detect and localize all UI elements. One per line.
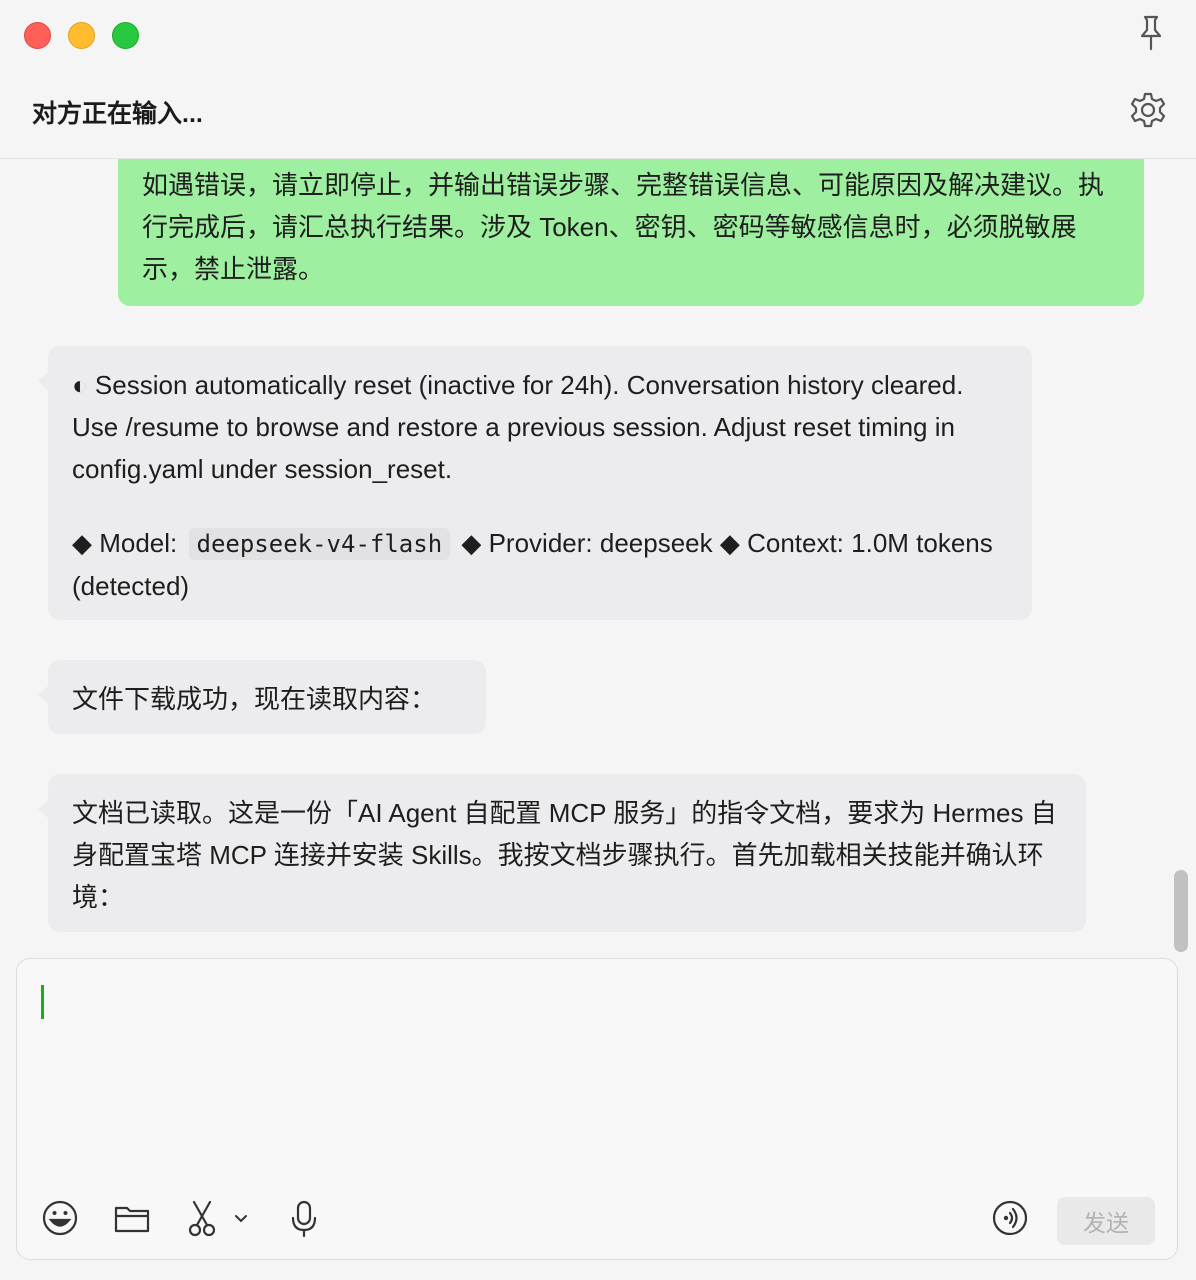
emoji-icon[interactable] bbox=[41, 1199, 79, 1237]
gear-icon[interactable] bbox=[1128, 90, 1168, 130]
message-input-area[interactable]: 发送 bbox=[16, 958, 1178, 1260]
reading-message: 文档已读取。这是一份「AI Agent 自配置 MCP 服务」的指令文档，要求为… bbox=[38, 774, 1086, 932]
chat-window: 如遇错误，请立即停止，并输出错误步骤、完整错误信息、可能原因及解决建议。执行完成… bbox=[0, 0, 1196, 1280]
chevron-down-icon[interactable] bbox=[233, 1213, 249, 1225]
folder-icon[interactable] bbox=[113, 1199, 151, 1237]
session-reset-text: ◐ Session automatically reset (inactive … bbox=[72, 370, 964, 484]
download-message: 文件下载成功，现在读取内容： bbox=[38, 660, 486, 734]
text-caret bbox=[41, 985, 44, 1019]
microphone-icon[interactable] bbox=[289, 1199, 319, 1239]
model-code: deepseek-v4-flash bbox=[188, 528, 451, 560]
title-bar: 对方正在输入... bbox=[0, 0, 1196, 159]
download-message-text: 文件下载成功，现在读取内容： bbox=[72, 684, 437, 714]
provider-text: ◆ Provider: deepseek bbox=[461, 528, 713, 558]
session-reset-message: ◐ Session automatically reset (inactive … bbox=[38, 346, 1032, 620]
user-message-text: 如遇错误，请立即停止，并输出错误步骤、完整错误信息、可能原因及解决建议。执行完成… bbox=[142, 170, 1105, 284]
reading-message-text: 文档已读取。这是一份「AI Agent 自配置 MCP 服务」的指令文档，要求为… bbox=[72, 798, 1057, 912]
chat-scrollbar[interactable] bbox=[1174, 870, 1188, 952]
window-title: 对方正在输入... bbox=[32, 100, 203, 128]
minimize-window-button[interactable] bbox=[68, 22, 95, 49]
voice-call-icon[interactable] bbox=[991, 1199, 1029, 1237]
model-label: ◆ Model: bbox=[72, 528, 178, 558]
pin-icon[interactable] bbox=[1134, 14, 1168, 52]
scissors-icon[interactable] bbox=[185, 1199, 219, 1237]
maximize-window-button[interactable] bbox=[112, 22, 139, 49]
send-button[interactable]: 发送 bbox=[1057, 1197, 1155, 1245]
close-window-button[interactable] bbox=[24, 22, 51, 49]
session-meta: ◆ Model: deepseek-v4-flash ◆ Provider: d… bbox=[72, 522, 1008, 607]
